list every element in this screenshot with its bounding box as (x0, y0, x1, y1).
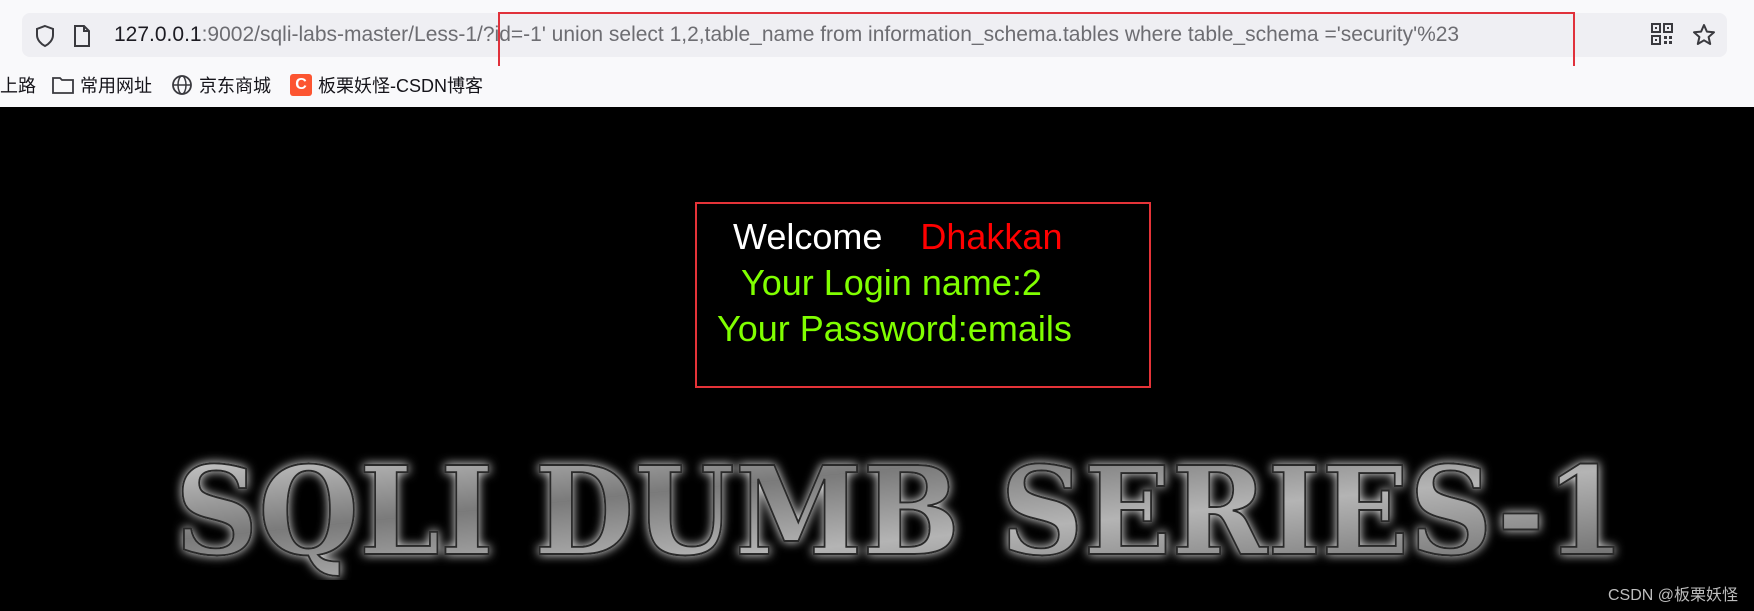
password-text: Your Password:emails (717, 308, 1072, 349)
bookmark-item[interactable]: 上路 (0, 73, 36, 97)
folder-icon (52, 77, 74, 94)
banner-text: SQLI DUMB SERIES-1 (175, 440, 1625, 580)
shield-icon[interactable] (34, 24, 56, 53)
bookmark-label: 常用网址 (80, 76, 152, 96)
qr-code-icon[interactable] (1651, 23, 1673, 50)
bookmark-label: 京东商城 (199, 76, 271, 96)
globe-icon (172, 75, 192, 95)
page-content: Welcome Dhakkan Your Login name:2 Your Pa… (0, 107, 1754, 611)
welcome-line: Welcome Dhakkan (733, 216, 1062, 258)
bookmarks-bar: 上路 常用网址 京东商城 C 板栗妖怪-CSDN博客 (0, 66, 1754, 107)
bookmark-label: 板栗妖怪-CSDN博客 (318, 76, 483, 96)
bookmark-label: 上路 (0, 76, 36, 96)
sqli-dumb-series-banner: SQLI DUMB SERIES-1 (174, 440, 1626, 580)
csdn-watermark: CSDN @板栗妖怪 (1607, 587, 1738, 604)
login-name-text: Your Login name:2 (741, 262, 1042, 303)
browser-toolbar: 127.0.0.1:9002/sqli-labs-master/Less-1/?… (0, 0, 1754, 72)
page-icon[interactable] (72, 24, 92, 53)
csdn-icon: C (290, 74, 312, 96)
welcome-name: Dhakkan (920, 216, 1063, 257)
bookmark-item[interactable]: C 板栗妖怪-CSDN博客 (290, 73, 483, 97)
bookmark-item[interactable]: 常用网址 (52, 73, 152, 97)
bookmark-item[interactable]: 京东商城 (171, 73, 271, 97)
url-host: 127.0.0.1 (114, 23, 202, 46)
result-highlight-box: Welcome Dhakkan Your Login name:2 Your Pa… (695, 202, 1151, 388)
bookmark-star-icon[interactable] (1692, 23, 1716, 52)
url-highlight-box (498, 12, 1575, 72)
welcome-text: Welcome (733, 216, 883, 257)
